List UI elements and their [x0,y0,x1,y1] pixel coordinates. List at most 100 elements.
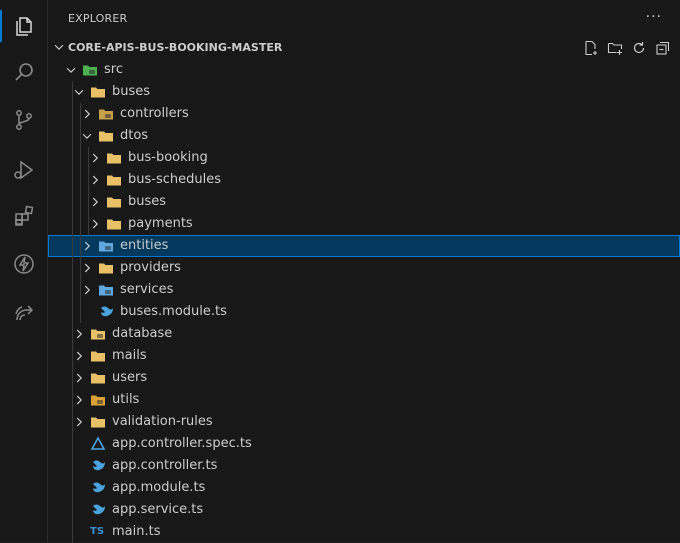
tree-folder-item[interactable]: src [48,59,680,81]
database-folder-icon [91,329,105,340]
tree-item-label: services [120,282,174,297]
nest-controller-icon [93,460,105,471]
folder-icon [91,417,105,428]
tree-item-label: utils [112,392,140,407]
tree-folder-item[interactable]: validation-rules [48,411,680,433]
tree-item-label: app.controller.ts [112,458,218,473]
tree-file-item[interactable]: buses.module.ts [48,301,680,323]
run-debug-button[interactable] [0,150,47,190]
project-name: CORE-APIS-BUS-BOOKING-MASTER [68,41,283,54]
folder-icon [99,263,113,274]
explorer-sidebar: EXPLORER ··· CORE-APIS-BUS-BOOKING-MASTE… [48,0,680,543]
chevron-right-icon [84,285,91,295]
tree-folder-item[interactable]: providers [48,257,680,279]
more-actions-button[interactable]: ··· [646,9,662,25]
tree-folder-item[interactable]: bus-schedules [48,169,680,191]
refresh-icon [633,42,645,54]
tree-item-label: validation-rules [112,414,213,429]
nest-module-icon [101,306,113,317]
tree-folder-item[interactable]: entities [48,235,680,257]
tree-folder-item[interactable]: payments [48,213,680,235]
chevron-right-icon [92,197,99,207]
collapse-all-icon [656,41,670,55]
chevron-down-icon [74,89,84,96]
lightning-icon [13,254,34,274]
typescript-icon: TS [90,526,105,537]
source-control-button[interactable] [0,100,47,140]
controllers-folder-icon [99,109,113,120]
new-folder-button[interactable] [606,39,624,57]
tree-folder-item[interactable]: users [48,367,680,389]
folder-icon [99,131,113,142]
entities-folder-icon [99,241,113,252]
tree-item-label: app.service.ts [112,502,204,517]
search-button[interactable] [0,52,47,92]
lightning-button[interactable] [0,244,47,284]
tree-item-label: app.controller.spec.ts [112,436,252,451]
services-folder-icon [99,285,113,296]
explorer-button[interactable] [0,6,47,46]
tree-item-label: main.ts [112,524,161,539]
tree-item-label: providers [120,260,181,275]
file-tree: src buses controllers dtos bus-booking bus-sc… [48,59,680,543]
source-control-icon [15,110,32,130]
folder-icon [91,87,105,98]
chevron-right-icon [76,395,83,405]
new-folder-icon [607,42,623,55]
explorer-header: EXPLORER ··· [48,0,680,36]
tree-item-label: bus-booking [128,150,208,165]
explorer-title: EXPLORER [68,11,128,25]
tree-file-item[interactable]: TS main.ts [48,521,680,543]
chevron-right-icon [84,241,91,251]
tree-item-label: bus-schedules [128,172,221,187]
remote-share-icon [14,305,33,321]
activity-bar [0,0,48,542]
new-file-icon [585,40,597,56]
tree-item-label: buses.module.ts [120,304,227,319]
tree-folder-item[interactable]: database [48,323,680,345]
tree-folder-item[interactable]: utils [48,389,680,411]
indent-guide [80,103,81,323]
indent-guide [88,147,89,235]
collapse-all-button[interactable] [654,39,672,57]
project-header[interactable]: CORE-APIS-BUS-BOOKING-MASTER [48,37,680,59]
search-icon [14,63,33,81]
nest-module-icon [93,482,105,493]
tree-folder-item[interactable]: buses [48,81,680,103]
tree-file-item[interactable]: app.module.ts [48,477,680,499]
tree-file-item[interactable]: app.service.ts [48,499,680,521]
project-actions [582,39,672,57]
indent-guide [72,81,73,543]
tree-folder-item[interactable]: mails [48,345,680,367]
files-icon [15,17,32,36]
tree-item-label: src [104,62,123,77]
folder-icon [91,351,105,362]
folder-icon [107,175,121,186]
tree-folder-item[interactable]: dtos [48,125,680,147]
tree-item-label: mails [112,348,147,363]
chevron-down-icon [54,44,64,51]
refresh-button[interactable] [630,39,648,57]
tree-item-label: buses [128,194,167,209]
folder-icon [107,153,121,164]
tree-item-label: buses [112,84,151,99]
folder-icon [91,373,105,384]
tree-item-label: database [112,326,173,341]
tree-item-label: users [112,370,148,385]
extensions-button[interactable] [0,196,47,236]
chevron-down-icon [82,133,92,140]
tree-file-item[interactable]: app.controller.spec.ts [48,433,680,455]
tree-item-label: app.module.ts [112,480,206,495]
remote-share-button[interactable] [0,292,47,332]
tree-file-item[interactable]: app.controller.ts [48,455,680,477]
chevron-right-icon [92,219,99,229]
tree-folder-item[interactable]: bus-booking [48,147,680,169]
new-file-button[interactable] [582,39,600,57]
folder-icon [107,197,121,208]
chevron-right-icon [92,175,99,185]
tree-folder-item[interactable]: services [48,279,680,301]
tree-folder-item[interactable]: buses [48,191,680,213]
tree-folder-item[interactable]: controllers [48,103,680,125]
chevron-right-icon [84,263,91,273]
tree-item-label: dtos [120,128,149,143]
